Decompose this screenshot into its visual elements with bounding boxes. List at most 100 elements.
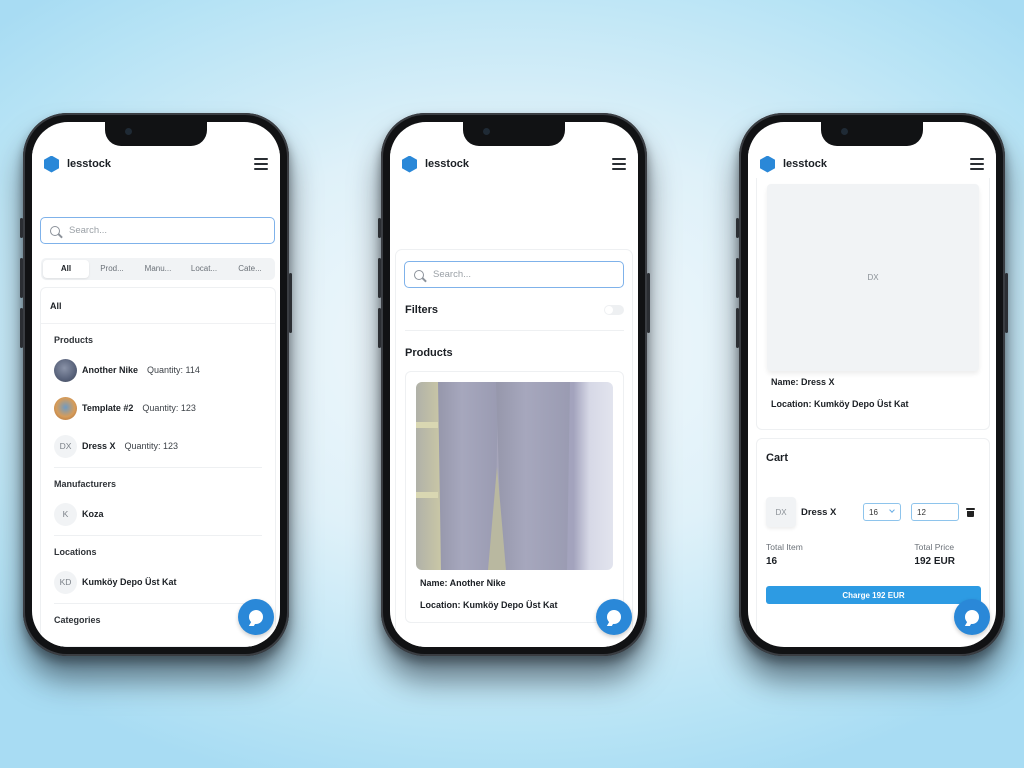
product-avatar <box>54 358 77 382</box>
power-button <box>289 273 292 333</box>
hamburger-menu-icon[interactable] <box>612 158 626 170</box>
charge-button[interactable]: Charge 192 EUR <box>766 586 981 604</box>
product-name: Name: Dress X <box>771 377 835 387</box>
product-name: Name: Another Nike <box>420 578 506 588</box>
divider <box>54 535 262 536</box>
search-input[interactable] <box>433 269 614 280</box>
phone-cart: lesstock DX Name: Dress X Location: Kumk… <box>736 113 1008 656</box>
screen: lesstock Filters Products <box>390 122 638 647</box>
hexagon-logo-icon[interactable] <box>44 155 59 173</box>
volume-down-button <box>736 308 739 348</box>
search-input[interactable] <box>69 225 265 236</box>
products-title: Products <box>405 347 453 359</box>
item-name: Template #2 <box>82 403 134 413</box>
tab-locations[interactable]: Locat... <box>181 260 227 278</box>
manufacturer-avatar: K <box>54 502 77 526</box>
divider <box>405 330 624 331</box>
search-field[interactable] <box>40 217 275 244</box>
tab-manufacturers[interactable]: Manu... <box>135 260 181 278</box>
product-avatar: DX <box>54 434 77 458</box>
notch <box>105 122 207 146</box>
mute-switch <box>736 218 739 238</box>
app-header: lesstock <box>32 150 280 178</box>
item-quantity: Quantity: 114 <box>147 365 200 375</box>
notch <box>821 122 923 146</box>
total-item-label: Total Item <box>766 542 803 552</box>
camera <box>483 128 490 135</box>
product-location: Location: Kumköy Depo Üst Kat <box>420 600 558 610</box>
quantity-value: 16 <box>869 507 878 517</box>
filters-toggle[interactable] <box>604 305 624 315</box>
results-header: All <box>41 288 275 324</box>
chevron-down-icon <box>889 507 895 513</box>
total-price-label: Total Price <box>914 542 955 552</box>
divider <box>54 467 262 468</box>
list-item[interactable]: DX Dress X Quantity: 123 <box>41 427 275 465</box>
cart-totals: Total Item 16 Total Price 192 EUR <box>766 542 979 567</box>
group-title-manufacturers: Manufacturers <box>54 479 117 489</box>
search-field[interactable] <box>404 261 624 288</box>
volume-down-button <box>20 308 23 348</box>
mute-switch <box>378 218 381 238</box>
list-item[interactable]: Template #2 Quantity: 123 <box>41 389 275 427</box>
volume-up-button <box>736 258 739 298</box>
result-tabs: All Prod... Manu... Locat... Cate... <box>41 258 275 280</box>
product-location: Location: Kumköy Depo Üst Kat <box>771 399 909 409</box>
screen: lesstock DX Name: Dress X Location: Kumk… <box>748 122 996 647</box>
item-quantity: Quantity: 123 <box>142 403 196 413</box>
product-card[interactable]: DX Name: Dress X Location: Kumköy Depo Ü… <box>756 178 990 430</box>
list-item[interactable]: KD Kumköy Depo Üst Kat <box>41 563 275 601</box>
chat-button[interactable] <box>596 599 632 635</box>
chat-button[interactable] <box>954 599 990 635</box>
hamburger-menu-icon[interactable] <box>970 158 984 170</box>
cart-item-name: Dress X <box>801 506 837 518</box>
chat-button[interactable] <box>238 599 274 635</box>
trash-icon[interactable] <box>966 507 975 517</box>
notch <box>463 122 565 146</box>
mute-switch <box>20 218 23 238</box>
hexagon-logo-icon[interactable] <box>402 155 417 173</box>
screen: lesstock All Prod... Manu... Locat... Ca… <box>32 122 280 647</box>
product-card[interactable]: Name: Another Nike Location: Kumköy Depo… <box>405 371 624 623</box>
product-panel: Filters Products Name: Another Nike Loca… <box>395 249 633 647</box>
total-item-value: 16 <box>766 556 778 567</box>
cart-item-thumbnail: DX <box>766 497 796 527</box>
item-name: Dress X <box>82 441 116 451</box>
location-avatar: KD <box>54 570 77 594</box>
power-button <box>1005 273 1008 333</box>
chat-bubble-icon <box>607 610 621 624</box>
phone-search-results: lesstock All Prod... Manu... Locat... Ca… <box>20 113 292 656</box>
tab-categories[interactable]: Cate... <box>227 260 273 278</box>
cart-item: DX Dress X 16 <box>766 497 983 527</box>
filters-label: Filters <box>405 304 439 316</box>
brand-name[interactable]: lesstock <box>67 158 111 170</box>
item-name: Kumköy Depo Üst Kat <box>82 577 177 587</box>
app-header: lesstock <box>748 150 996 178</box>
list-item[interactable]: Another Nike Quantity: 114 <box>41 351 275 389</box>
brand-name[interactable]: lesstock <box>425 158 469 170</box>
product-image <box>416 382 613 570</box>
image-detail <box>416 492 438 498</box>
quantity-select[interactable]: 16 <box>863 503 901 521</box>
content: DX Name: Dress X Location: Kumköy Depo Ü… <box>748 178 996 647</box>
tab-all[interactable]: All <box>43 260 89 278</box>
volume-up-button <box>20 258 23 298</box>
camera <box>125 128 132 135</box>
hamburger-menu-icon[interactable] <box>254 158 268 170</box>
list-item[interactable]: K Koza <box>41 495 275 533</box>
search-icon <box>50 225 60 236</box>
volume-down-button <box>378 308 381 348</box>
search-icon <box>414 269 424 280</box>
search-results: All Products Another Nike Quantity: 114 … <box>40 287 276 647</box>
price-input[interactable] <box>911 503 959 521</box>
power-button <box>647 273 650 333</box>
image-detail <box>416 422 438 428</box>
item-name: Another Nike <box>82 365 139 375</box>
brand-name[interactable]: lesstock <box>783 158 827 170</box>
product-placeholder-image: DX <box>767 184 979 371</box>
volume-up-button <box>378 258 381 298</box>
hexagon-logo-icon[interactable] <box>760 155 775 173</box>
tab-products[interactable]: Prod... <box>89 260 135 278</box>
chat-bubble-icon <box>965 610 979 624</box>
camera <box>841 128 848 135</box>
